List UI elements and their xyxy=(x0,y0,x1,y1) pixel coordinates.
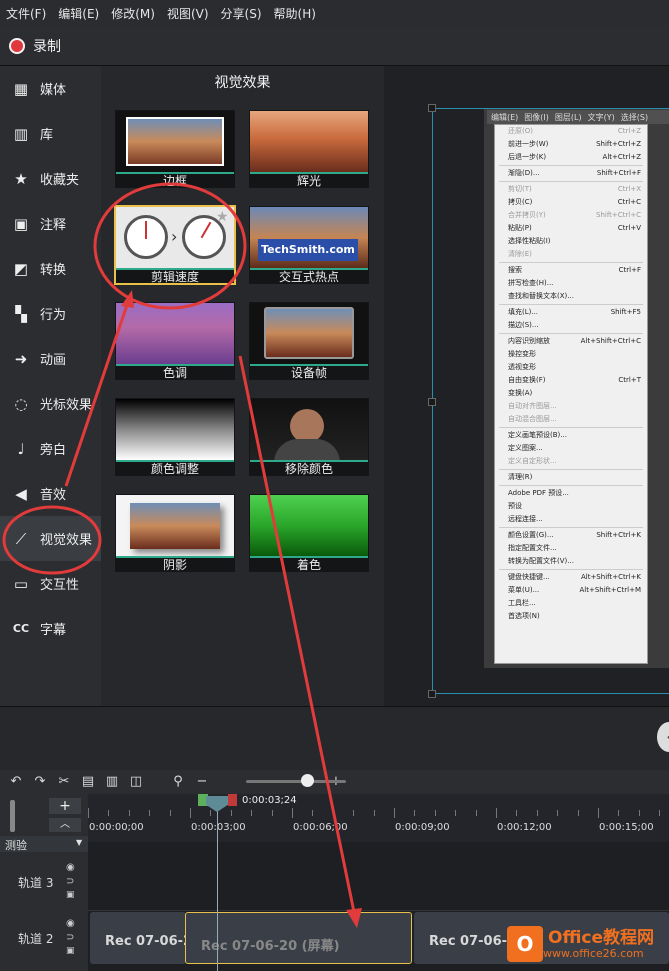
office-logo-icon: O xyxy=(507,926,543,962)
annotation-overlay xyxy=(2,182,362,928)
watermark-logo: O Office教程网 www.office26.com xyxy=(507,922,667,966)
annotation-circle xyxy=(2,505,102,575)
watermark-url: www.office26.com xyxy=(543,946,644,960)
annotation-arrow xyxy=(64,301,130,487)
watermark-title: Office教程网 xyxy=(548,927,655,948)
annotation-arrow xyxy=(238,355,356,913)
annotation-circle xyxy=(93,182,247,310)
annotation-arrowhead xyxy=(346,908,362,928)
